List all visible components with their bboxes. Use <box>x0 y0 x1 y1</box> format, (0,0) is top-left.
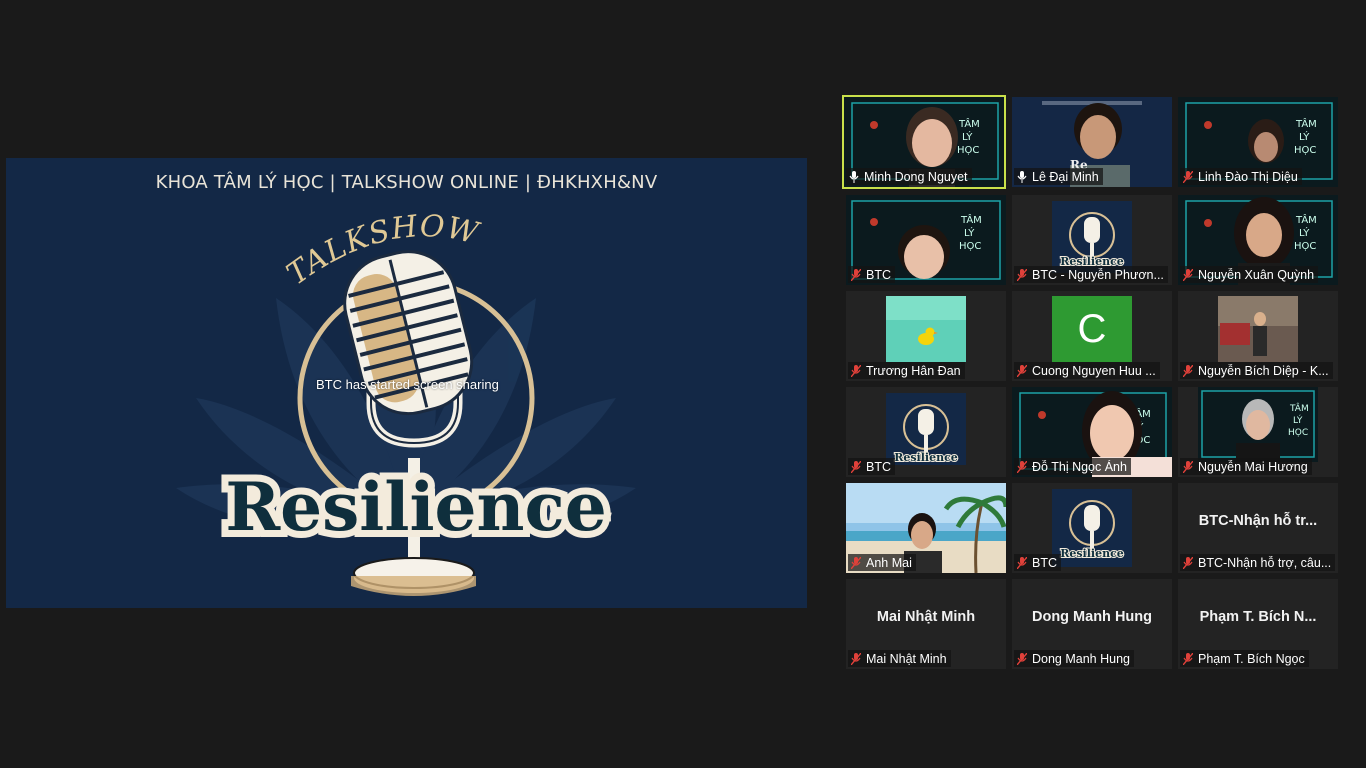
svg-text:LÝ: LÝ <box>1293 414 1303 426</box>
mic-muted-icon <box>1017 556 1027 569</box>
mic-muted-icon <box>1017 364 1027 377</box>
mic-icon <box>1017 170 1027 183</box>
mic-muted-icon <box>1183 556 1193 569</box>
svg-text:TÂM: TÂM <box>1289 402 1309 414</box>
participant-name: BTC <box>1032 555 1057 570</box>
svg-text:HỌC: HỌC <box>959 241 981 252</box>
mic-muted-icon <box>1017 268 1027 281</box>
participant-name: Lê Đại Minh <box>1032 169 1099 184</box>
participant-name: Trương Hân Đan <box>866 363 961 378</box>
participant-tile-do-thi-ngoc-anh[interactable]: TÂM LÝ HỌC Đỗ Thị Ngọc Ánh <box>1012 387 1172 477</box>
mic-muted-icon <box>851 268 861 281</box>
participant-tile-minh-dong-nguyet[interactable]: TÂM LÝ HỌC Minh Dong Nguyet <box>842 95 1006 189</box>
participant-nameplate: Phạm T. Bích Ngọc <box>1180 650 1309 667</box>
svg-text:TÂM: TÂM <box>1295 117 1317 130</box>
participant-display-name: Dong Manh Hung <box>1031 609 1152 625</box>
participant-nameplate: Nguyễn Mai Hương <box>1180 458 1312 475</box>
participant-tile-nguyen-mai-huong[interactable]: TÂM LÝ HỌC Nguyễn Mai Hương <box>1178 387 1338 477</box>
svg-text:LÝ: LÝ <box>962 130 973 143</box>
participant-nameplate: BTC-Nhận hỗ trợ, câu... <box>1180 554 1336 571</box>
participant-name: Minh Dong Nguyet <box>864 169 968 184</box>
participant-name: Linh Đào Thị Diệu <box>1198 169 1298 184</box>
participant-name: Đỗ Thị Ngọc Ánh <box>1032 459 1127 474</box>
mic-muted-icon <box>851 364 861 377</box>
participant-tile-nguyen-bich-diep[interactable]: Nguyễn Bích Diệp - K... <box>1178 291 1338 381</box>
shared-screen: KHOA TÂM LÝ HỌC | TALKSHOW ONLINE | ĐHKH… <box>6 158 807 608</box>
participant-tile-nguyen-xuan-quynh[interactable]: TÂM LÝ HỌC Nguyễn Xuân Quỳnh <box>1178 195 1338 285</box>
participant-nameplate: Linh Đào Thị Diệu <box>1180 168 1302 185</box>
participant-name: Anh Mai <box>866 555 912 570</box>
mic-muted-icon <box>851 556 861 569</box>
participant-name: BTC - Nguyễn Phươn... <box>1032 267 1164 282</box>
svg-text:HỌC: HỌC <box>957 145 979 156</box>
participant-tile-anh-mai[interactable]: Anh Mai <box>846 483 1006 573</box>
participant-nameplate: Nguyễn Bích Diệp - K... <box>1180 362 1333 379</box>
participant-tile-cuong-nguyen-huu[interactable]: C Cuong Nguyen Huu ... <box>1012 291 1172 381</box>
participant-tile-btc-2[interactable]: Resilience BTC <box>846 387 1006 477</box>
participant-name: BTC-Nhận hỗ trợ, câu... <box>1198 555 1332 570</box>
participant-nameplate: Đỗ Thị Ngọc Ánh <box>1014 458 1131 475</box>
svg-text:TÂM: TÂM <box>960 213 982 226</box>
svg-text:LÝ: LÝ <box>964 226 975 239</box>
participant-tile-btc-nguyen-phuong[interactable]: Resilience BTC - Nguyễn Phươn... <box>1012 195 1172 285</box>
participant-name: BTC <box>866 459 891 474</box>
participant-nameplate: Anh Mai <box>848 554 916 571</box>
participant-nameplate: BTC - Nguyễn Phươn... <box>1014 266 1168 283</box>
svg-text:Resilience: Resilience <box>1060 547 1124 560</box>
svg-text:LÝ: LÝ <box>1299 226 1310 239</box>
participant-tile-le-dai-minh[interactable]: Re Lê Đại Minh <box>1012 97 1172 187</box>
screen-share-notification: BTC has started screen sharing <box>316 377 499 392</box>
participant-name: Nguyễn Bích Diệp - K... <box>1198 363 1329 378</box>
avatar-letter: C <box>1077 306 1107 351</box>
participant-nameplate: Minh Dong Nguyet <box>846 168 972 185</box>
participant-tile-btc-1[interactable]: TÂM LÝ HỌC BTC <box>846 195 1006 285</box>
mic-muted-icon <box>1183 364 1193 377</box>
participant-display-name: BTC-Nhận hỗ tr... <box>1198 513 1318 529</box>
participant-name: Dong Manh Hung <box>1032 651 1130 666</box>
participant-nameplate: BTC <box>848 458 895 475</box>
participant-nameplate: Cuong Nguyen Huu ... <box>1014 362 1160 379</box>
participant-name: Nguyễn Mai Hương <box>1198 459 1308 474</box>
participant-tile-dong-manh-hung[interactable]: Dong Manh Hung Dong Manh Hung <box>1012 579 1172 669</box>
mic-muted-icon <box>1183 268 1193 281</box>
participant-display-name: Mai Nhật Minh <box>876 609 976 625</box>
participant-tile-truong-han-dan[interactable]: Trương Hân Đan <box>846 291 1006 381</box>
participant-nameplate: Nguyễn Xuân Quỳnh <box>1180 266 1319 283</box>
participant-tile-pham-t-bich-ngoc[interactable]: Phạm T. Bích N... Phạm T. Bích Ngọc <box>1178 579 1338 669</box>
participant-tile-mai-nhat-minh[interactable]: Mai Nhật Minh Mai Nhật Minh <box>846 579 1006 669</box>
participant-nameplate: Dong Manh Hung <box>1014 650 1134 667</box>
mic-muted-icon <box>1183 652 1193 665</box>
svg-text:LÝ: LÝ <box>1299 130 1310 143</box>
mic-muted-icon <box>851 652 861 665</box>
participant-name: Phạm T. Bích Ngọc <box>1198 651 1305 666</box>
participant-nameplate: BTC <box>848 266 895 283</box>
participant-tile-btc-3[interactable]: Resilience BTC <box>1012 483 1172 573</box>
mic-muted-icon <box>1183 170 1193 183</box>
participant-name: Mai Nhật Minh <box>866 651 947 666</box>
svg-text:HỌC: HỌC <box>1294 241 1316 252</box>
participant-tile-btc-nhan-ho-tro[interactable]: BTC-Nhận hỗ tr... BTC-Nhận hỗ trợ, câu..… <box>1178 483 1338 573</box>
svg-text:HỌC: HỌC <box>1294 145 1316 156</box>
mic-muted-icon <box>1183 460 1193 473</box>
svg-text:HỌC: HỌC <box>1288 428 1308 438</box>
participant-nameplate: BTC <box>1014 554 1061 571</box>
mic-muted-icon <box>1017 652 1027 665</box>
mic-muted-icon <box>1017 460 1027 473</box>
participant-name: Cuong Nguyen Huu ... <box>1032 363 1156 378</box>
participant-display-name: Phạm T. Bích N... <box>1199 609 1317 625</box>
mic-muted-icon <box>851 460 861 473</box>
mic-icon <box>849 170 859 183</box>
svg-text:TÂM: TÂM <box>958 117 980 130</box>
participant-tile-linh-dao-thi-dieu[interactable]: TÂM LÝ HỌC Linh Đào Thị Diệu <box>1178 97 1338 187</box>
logo-title: Resilience <box>225 468 606 546</box>
svg-text:Resilience: Resilience <box>894 451 958 464</box>
participant-nameplate: Trương Hân Đan <box>848 362 965 379</box>
svg-text:TÂM: TÂM <box>1295 213 1317 226</box>
participant-nameplate: Mai Nhật Minh <box>848 650 951 667</box>
participant-name: BTC <box>866 267 891 282</box>
participant-name: Nguyễn Xuân Quỳnh <box>1198 267 1315 282</box>
participant-nameplate: Lê Đại Minh <box>1014 168 1103 185</box>
